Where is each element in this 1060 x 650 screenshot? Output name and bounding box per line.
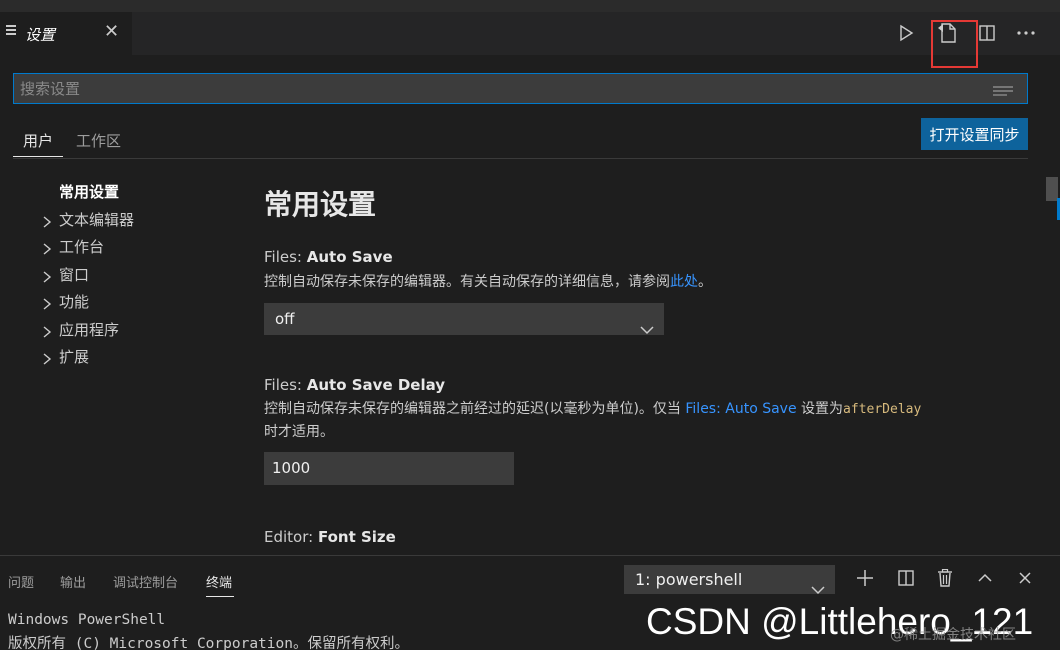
setting-desc-auto-save-delay: 控制自动保存未保存的编辑器之前经过的延迟(以毫秒为单位)。仅当 Files: A… <box>264 401 922 440</box>
chevron-right-icon <box>42 239 52 255</box>
settings-search-box[interactable] <box>13 73 1028 104</box>
chevron-up-icon[interactable] <box>975 568 995 588</box>
toc-item-commonly-used[interactable]: 常用设置 <box>40 180 240 208</box>
toc-item[interactable]: 扩展 <box>40 345 240 373</box>
here-link[interactable]: 此处 <box>670 274 698 290</box>
terminal-line: 版权所有 (C) Microsoft Corporation。保留所有权利。 <box>8 636 409 650</box>
panel-tab-debug-console[interactable]: 调试控制台 <box>113 572 178 591</box>
section-title: 常用设置 <box>264 188 377 221</box>
toc-item[interactable]: 功能 <box>40 290 240 318</box>
setting-title-auto-save: Files: Auto Save <box>264 248 393 266</box>
settings-scope-tabs: 用户 工作区 <box>13 118 1028 159</box>
terminal-line: Windows PowerShell <box>8 612 166 628</box>
scrollbar-track[interactable] <box>1045 66 1060 554</box>
terminal-select-value: 1: powershell <box>635 570 743 589</box>
top-menu-strip <box>0 0 1060 12</box>
chevron-right-icon <box>42 267 52 283</box>
toc-item[interactable]: 应用程序 <box>40 318 240 346</box>
panel-tab-terminal[interactable]: 终端 <box>206 572 232 591</box>
toc-item-label: 应用程序 <box>59 320 120 339</box>
toc-item-label: 工作台 <box>59 238 105 256</box>
tab-workspace[interactable]: 工作区 <box>76 130 121 151</box>
chevron-down-icon <box>811 575 825 595</box>
toc-item-label: 功能 <box>59 293 90 311</box>
toc-item-label: 文本编辑器 <box>59 210 135 229</box>
terminal-select[interactable]: 1: powershell <box>624 565 835 595</box>
search-input[interactable] <box>20 78 980 100</box>
settings-tab-title: 设置 <box>25 26 56 44</box>
panel-tab-output[interactable]: 输出 <box>60 572 86 591</box>
new-terminal-icon[interactable] <box>855 568 875 588</box>
chevron-down-icon <box>640 314 654 335</box>
after-delay-code: afterDelay <box>843 402 922 417</box>
auto-save-dropdown[interactable]: off <box>264 303 664 335</box>
toc-item-label: 扩展 <box>59 348 90 366</box>
setting-title-font-size: Editor: Font Size <box>264 528 396 546</box>
close-panel-icon[interactable] <box>1015 568 1035 588</box>
open-settings-sync-button[interactable]: 打开设置同步 <box>921 118 1028 150</box>
toc-item[interactable]: 窗口 <box>40 263 240 291</box>
more-actions-icon[interactable] <box>1015 22 1037 44</box>
chevron-right-icon <box>42 349 52 365</box>
settings-tab-icon <box>6 25 16 35</box>
toc-item-label: 窗口 <box>59 265 90 284</box>
clear-filter-icon[interactable] <box>993 83 1013 96</box>
split-terminal-icon[interactable] <box>896 568 916 588</box>
files-auto-save-link[interactable]: Files: Auto Save <box>685 401 796 417</box>
run-icon[interactable] <box>895 22 917 44</box>
tab-user[interactable]: 用户 <box>23 130 53 151</box>
settings-toc: 常用设置 文本编辑器 工作台 窗口 功能 应用程序 扩展 <box>40 180 240 373</box>
chevron-right-icon <box>42 212 52 228</box>
panel-active-underline <box>206 596 234 597</box>
auto-save-delay-input[interactable]: 1000 <box>264 452 514 485</box>
auto-save-value: off <box>275 310 295 328</box>
watermark-sub: @稀土掘金技术社区 <box>890 627 1016 643</box>
split-editor-icon[interactable] <box>976 22 998 44</box>
chevron-right-icon <box>42 322 52 338</box>
toc-item[interactable]: 文本编辑器 <box>40 208 240 236</box>
setting-desc-auto-save: 控制自动保存未保存的编辑器。有关自动保存的详细信息，请参阅此处。 <box>264 274 712 290</box>
settings-tab[interactable]: 设置 ✕ <box>0 12 132 55</box>
chevron-right-icon <box>42 294 52 310</box>
toc-item[interactable]: 工作台 <box>40 235 240 263</box>
highlight-annotation-box <box>931 20 978 68</box>
setting-title-auto-save-delay: Files: Auto Save Delay <box>264 376 446 394</box>
trash-icon[interactable] <box>935 568 955 588</box>
active-tab-underline <box>13 156 63 157</box>
close-tab-icon[interactable]: ✕ <box>104 22 119 42</box>
panel-tab-problems[interactable]: 问题 <box>8 572 34 591</box>
